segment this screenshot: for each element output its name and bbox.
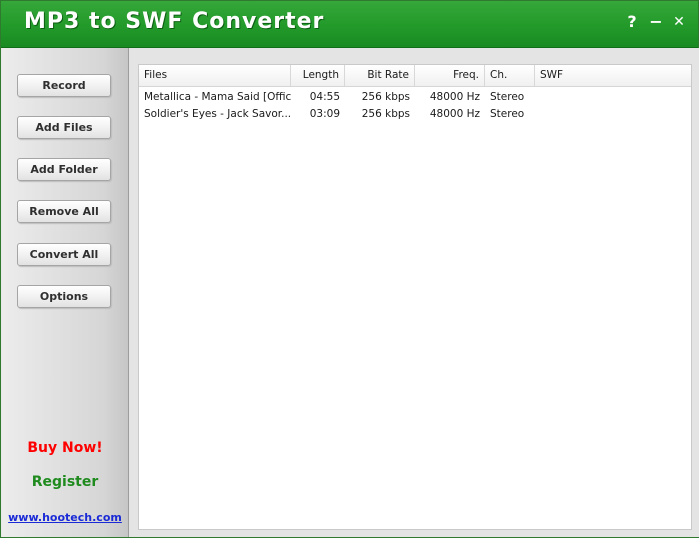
cell-bit-rate: 256 kbps [361,91,410,103]
minimize-icon[interactable]: − [647,11,665,33]
title-bar[interactable]: MP3 to SWF Converter ? − ✕ [1,1,698,48]
column-header-files[interactable]: Files [139,65,291,86]
add-files-button[interactable]: Add Files [17,116,111,139]
record-button[interactable]: Record [17,74,111,97]
remove-all-button[interactable]: Remove All [17,200,111,223]
cell-bit-rate: 256 kbps [361,108,410,120]
file-list[interactable]: Files Length Bit Rate Freq. Ch. SWF Meta… [138,64,692,530]
website-link[interactable]: www.hootech.com [2,511,128,524]
cell-channels: Stereo [490,108,525,120]
options-button[interactable]: Options [17,285,111,308]
file-list-header: Files Length Bit Rate Freq. Ch. SWF [139,65,691,87]
column-header-length[interactable]: Length [291,65,345,86]
close-icon[interactable]: ✕ [670,11,688,33]
cell-freq: 48000 Hz [429,91,480,103]
help-icon[interactable]: ? [623,11,641,33]
cell-length: 03:09 [309,108,340,120]
window-title: MP3 to SWF Converter [24,9,325,34]
add-folder-button[interactable]: Add Folder [17,158,111,181]
column-header-freq[interactable]: Freq. [415,65,485,86]
cell-file: Metallica - Mama Said [Offic... [144,91,291,103]
table-row[interactable]: Metallica - Mama Said [Offic... 04:55 25… [139,89,691,106]
register-link[interactable]: Register [2,474,128,490]
convert-all-button[interactable]: Convert All [17,243,111,266]
column-header-channels[interactable]: Ch. [485,65,535,86]
cell-file: Soldier's Eyes - Jack Savor... [144,108,291,120]
buy-now-link[interactable]: Buy Now! [2,440,128,456]
cell-swf [535,106,691,123]
sidebar: Record Add Files Add Folder Remove All C… [2,48,129,537]
main-panel: Files Length Bit Rate Freq. Ch. SWF Meta… [129,48,699,537]
column-header-bit-rate[interactable]: Bit Rate [345,65,415,86]
app-window: MP3 to SWF Converter ? − ✕ Record Add Fi… [0,0,699,538]
cell-length: 04:55 [309,91,340,103]
table-row[interactable]: Soldier's Eyes - Jack Savor... 03:09 256… [139,106,691,123]
cell-channels: Stereo [490,91,525,103]
cell-swf [535,89,691,106]
cell-freq: 48000 Hz [429,108,480,120]
column-header-swf[interactable]: SWF [535,65,691,86]
